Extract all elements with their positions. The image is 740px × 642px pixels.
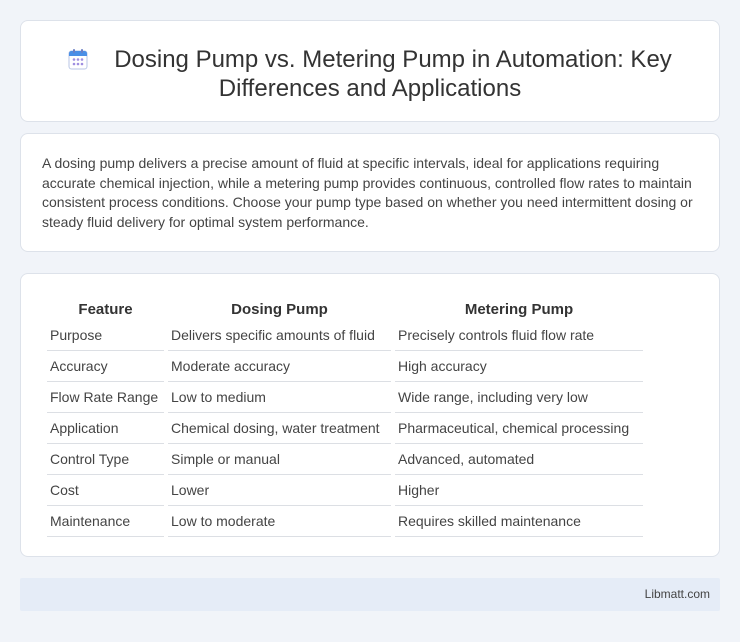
table-row: Control Type Simple or manual Advanced, … [47, 444, 643, 475]
footer-site-link[interactable]: Libmatt.com [645, 587, 710, 601]
dosing-pump-cell: Moderate accuracy [168, 351, 391, 382]
title-card: Dosing Pump vs. Metering Pump in Automat… [20, 20, 720, 122]
metering-pump-cell: Pharmaceutical, chemical processing [395, 413, 643, 444]
comparison-table: Feature Dosing Pump Metering Pump Purpos… [43, 294, 647, 537]
table-row: Application Chemical dosing, water treat… [47, 413, 643, 444]
metering-pump-cell: Wide range, including very low [395, 382, 643, 413]
dosing-pump-cell: Low to medium [168, 382, 391, 413]
table-header-row: Feature Dosing Pump Metering Pump [47, 294, 643, 320]
metering-pump-cell: Higher [395, 475, 643, 506]
dosing-pump-cell: Low to moderate [168, 506, 391, 537]
intro-paragraph: A dosing pump delivers a precise amount … [42, 155, 693, 230]
feature-cell: Accuracy [47, 351, 164, 382]
column-header-dosing-pump: Dosing Pump [231, 300, 328, 318]
feature-cell: Purpose [47, 320, 164, 351]
table-row: Cost Lower Higher [47, 475, 643, 506]
table-row: Maintenance Low to moderate Requires ski… [47, 506, 643, 537]
page-title-wrap: Dosing Pump vs. Metering Pump in Automat… [21, 45, 719, 103]
dosing-pump-cell: Chemical dosing, water treatment [168, 413, 391, 444]
table-row: Flow Rate Range Low to medium Wide range… [47, 382, 643, 413]
dosing-pump-cell: Delivers specific amounts of fluid [168, 320, 391, 351]
metering-pump-cell: Precisely controls fluid flow rate [395, 320, 643, 351]
metering-pump-cell: High accuracy [395, 351, 643, 382]
feature-cell: Control Type [47, 444, 164, 475]
comparison-card: Feature Dosing Pump Metering Pump Purpos… [20, 273, 720, 557]
table-row: Purpose Delivers specific amounts of flu… [47, 320, 643, 351]
footer-bar: Libmatt.com [20, 578, 720, 611]
metering-pump-cell: Requires skilled maintenance [395, 506, 643, 537]
column-header-metering-pump: Metering Pump [464, 300, 574, 318]
table-row: Accuracy Moderate accuracy High accuracy [47, 351, 643, 382]
feature-cell: Application [47, 413, 164, 444]
dosing-pump-cell: Lower [168, 475, 391, 506]
feature-cell: Flow Rate Range [47, 382, 164, 413]
feature-cell: Maintenance [47, 506, 164, 537]
calendar-icon [68, 49, 88, 70]
intro-card: A dosing pump delivers a precise amount … [20, 133, 720, 252]
column-header-feature: Feature [78, 300, 133, 318]
metering-pump-cell: Advanced, automated [395, 444, 643, 475]
feature-cell: Cost [47, 475, 164, 506]
page-title: Dosing Pump vs. Metering Pump in Automat… [114, 46, 672, 102]
dosing-pump-cell: Simple or manual [168, 444, 391, 475]
